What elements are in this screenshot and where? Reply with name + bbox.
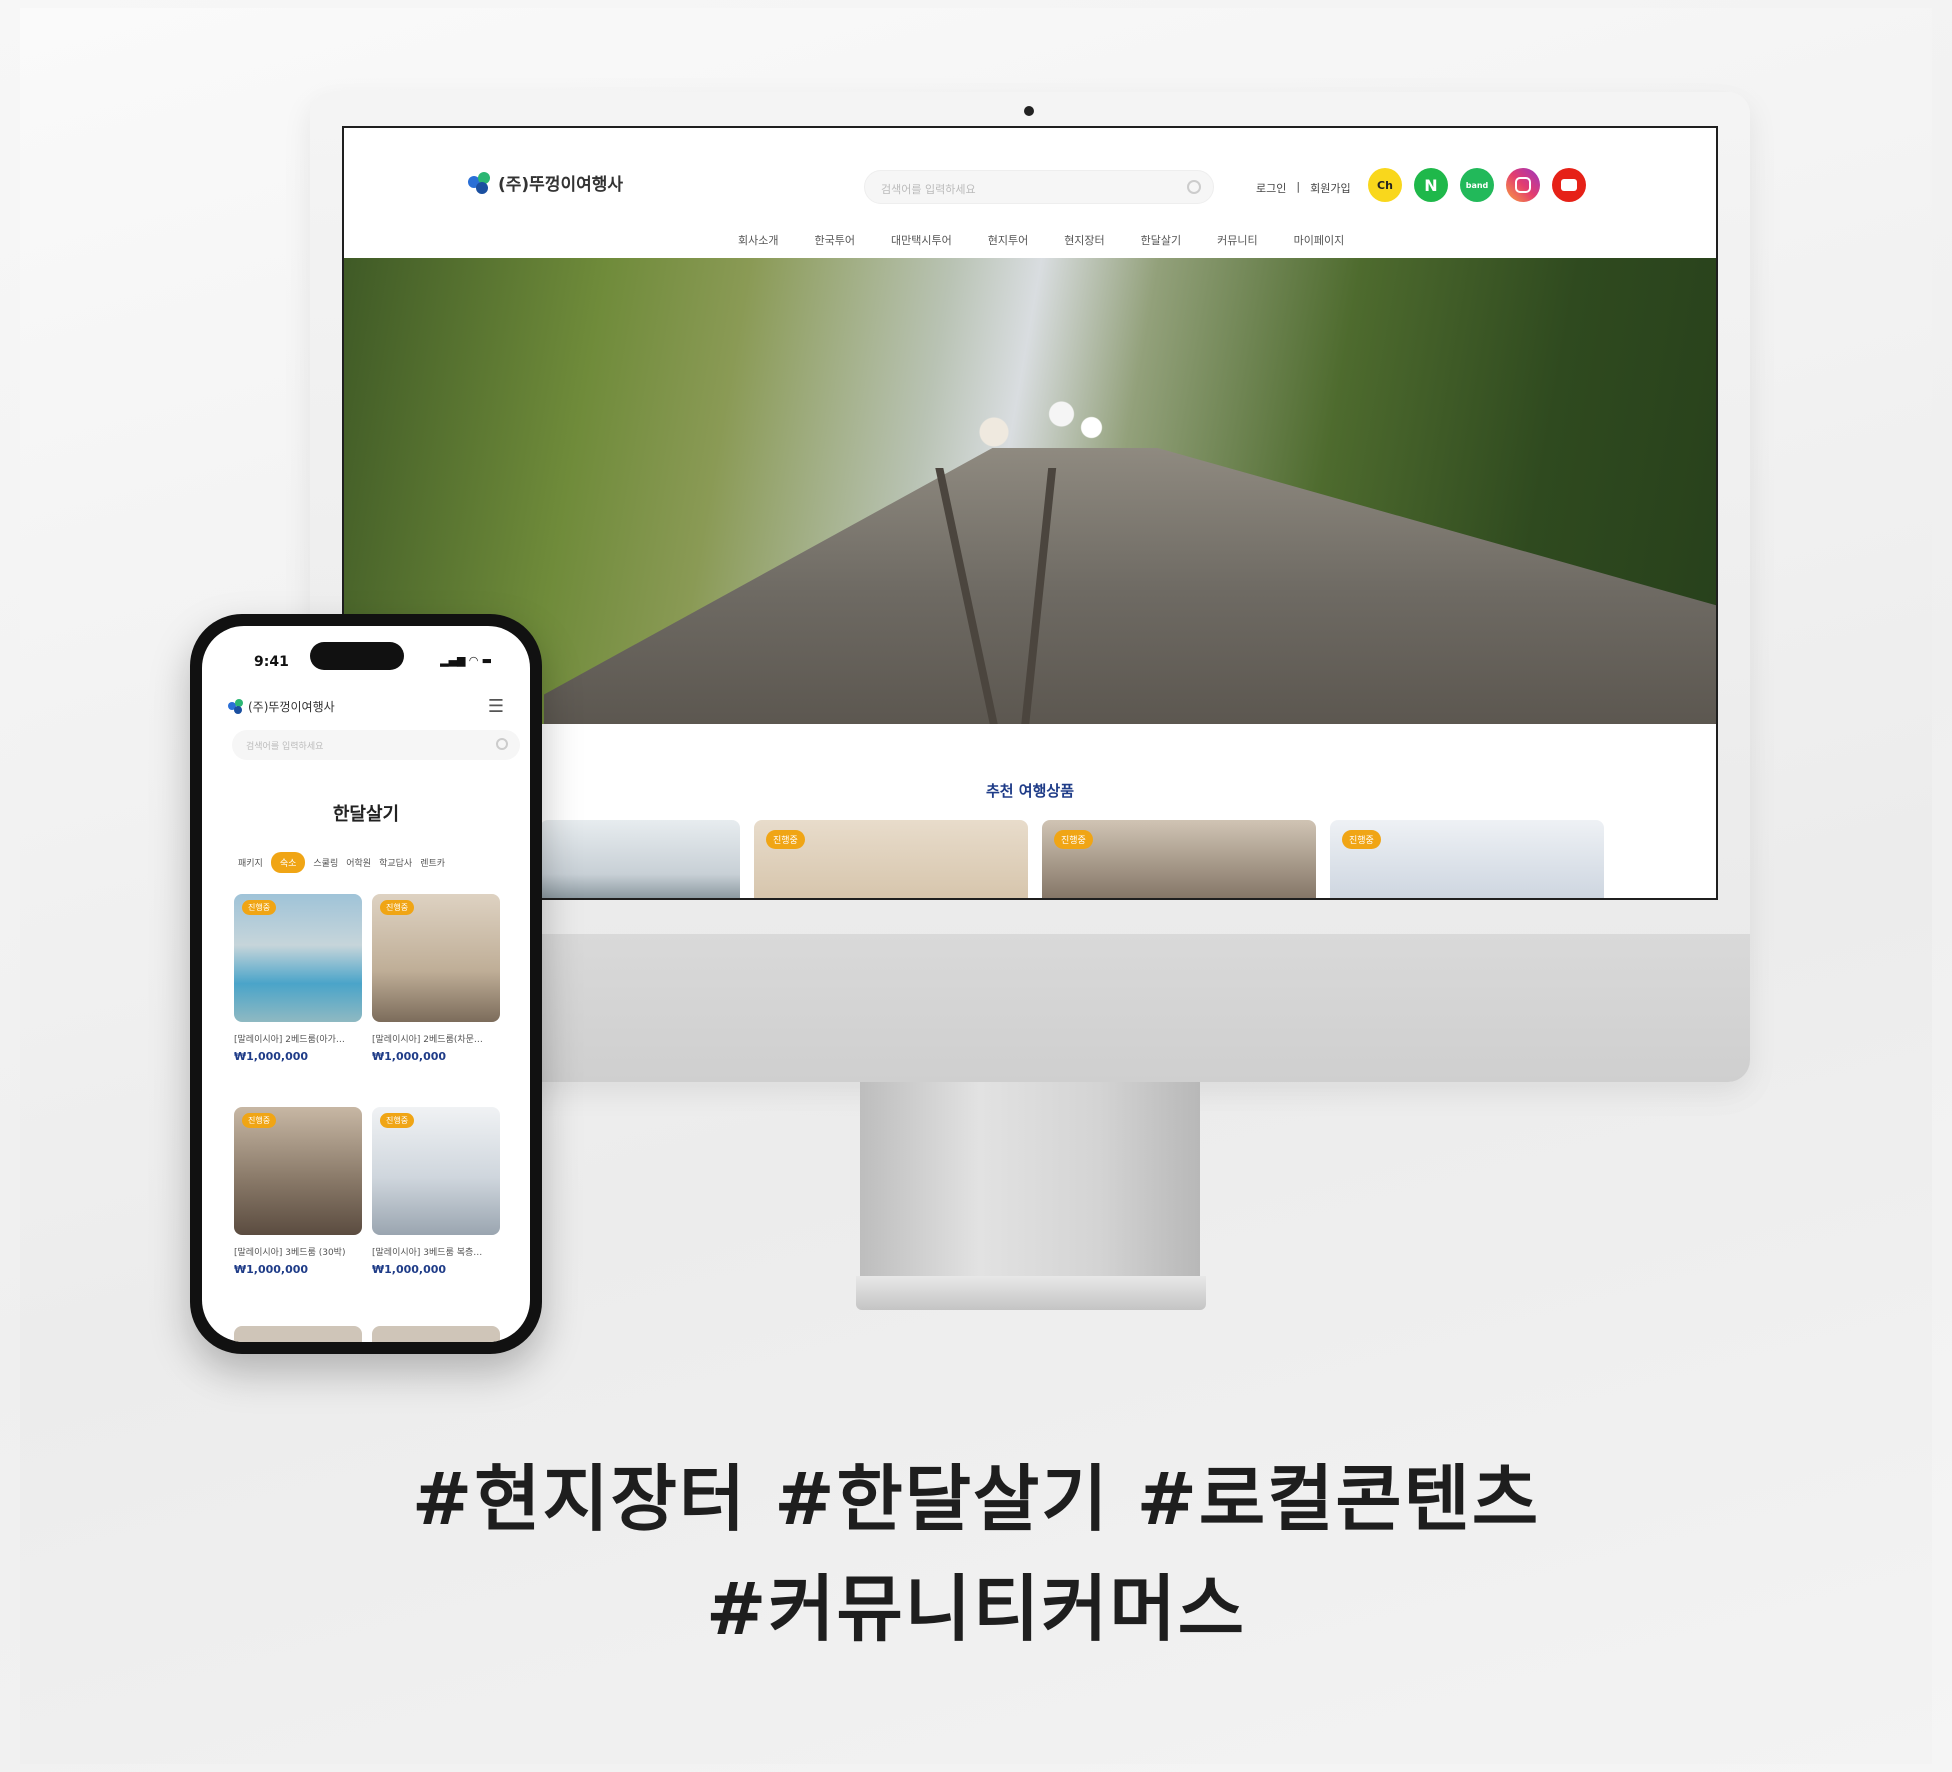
product-grid: 진행중 [말레이시아] 2베드룸(아가… ₩1,000,000 진행중 [말레이…: [234, 894, 500, 1276]
site-logo[interactable]: (주)뚜껑이여행사: [468, 170, 623, 195]
product-image[interactable]: 진행중: [372, 894, 500, 1022]
hero-people: [964, 378, 1114, 468]
logo-mark-icon: [228, 698, 244, 715]
list-item[interactable]: 진행중 [말레이시아] 3베드룸 복층… ₩1,000,000: [372, 1107, 500, 1276]
imac-stand: [860, 1082, 1200, 1282]
product-card[interactable]: 진행중: [1330, 820, 1604, 898]
product-name[interactable]: [말레이시아] 3베드룸 (30박): [234, 1245, 362, 1258]
product-card[interactable]: [540, 820, 740, 898]
main-nav: 회사소개 한국투어 대만택시투어 현지투어 현지장터 한달살기 커뮤니티 마이페…: [738, 232, 1344, 248]
product-price: ₩1,000,000: [234, 1263, 309, 1276]
youtube-play: [1561, 179, 1577, 191]
product-image[interactable]: 진행중: [234, 1107, 362, 1235]
camera-icon: [1024, 106, 1034, 116]
search-icon[interactable]: [1187, 180, 1201, 194]
status-badge: 진행중: [380, 1113, 415, 1128]
login-link[interactable]: 로그인: [1256, 180, 1286, 196]
tagline-line-1: #현지장터 #한달살기 #로컬콘텐츠: [411, 1457, 1541, 1541]
status-badge: 진행중: [1342, 830, 1381, 849]
status-badge: 진행중: [242, 1113, 277, 1128]
section-title: 추천 여행상품: [985, 782, 1075, 800]
tagline-line-2: #커뮤니티커머스: [705, 1567, 1246, 1651]
kakao-channel-icon[interactable]: Ch: [1368, 168, 1402, 202]
product-name[interactable]: [말레이시아] 2베드룸(차문…: [372, 1032, 500, 1045]
hero-railway-path: [544, 448, 1716, 724]
youtube-icon[interactable]: [1552, 168, 1586, 202]
top-links: 로그인 | 회원가입: [1256, 180, 1351, 196]
tab-rentcar[interactable]: 렌트카: [420, 856, 445, 869]
search-placeholder: 검색어를 입력하세요: [881, 183, 976, 196]
kakao-label: Ch: [1377, 178, 1393, 192]
nav-item-mypage[interactable]: 마이페이지: [1294, 232, 1345, 248]
product-cards: 진행중 진행중 진행중: [540, 820, 1604, 898]
tab-package[interactable]: 패키지: [238, 856, 263, 869]
phone-device: 9:41 ▂▄▆ ◠ ▬ (주)뚜껑이여행사 ☰ 검색어를 입력하세요 한달살기…: [190, 614, 542, 1354]
nav-item-local-market[interactable]: 현지장터: [1064, 232, 1104, 248]
hamburger-menu-icon[interactable]: ☰: [488, 696, 504, 717]
product-name[interactable]: [말레이시아] 2베드룸(아가…: [234, 1032, 362, 1045]
status-icons: ▂▄▆ ◠ ▬: [440, 654, 492, 667]
instagram-icon[interactable]: [1506, 168, 1540, 202]
status-badge: 진행중: [242, 900, 277, 915]
social-links: Ch N band: [1368, 168, 1586, 202]
signup-link[interactable]: 회원가입: [1310, 180, 1350, 196]
product-card[interactable]: 진행중: [754, 820, 1028, 898]
site-header: (주)뚜껑이여행사 검색어를 입력하세요 로그인 | 회원가입 Ch N ban…: [344, 128, 1716, 258]
nav-item-local-tour[interactable]: 현지투어: [988, 232, 1028, 248]
tab-lodging[interactable]: 숙소: [270, 852, 306, 873]
list-item[interactable]: 진행중 [말레이시아] 3베드룸 (30박) ₩1,000,000: [234, 1107, 362, 1276]
status-badge: 진행중: [1054, 830, 1093, 849]
site-logo-text: (주)뚜껑이여행사: [498, 175, 624, 195]
product-name[interactable]: [말레이시아] 3베드룸 복층…: [372, 1245, 500, 1258]
instagram-ring: [1515, 177, 1531, 193]
naver-label: N: [1424, 175, 1438, 195]
logo-mark-icon: [468, 171, 492, 194]
hero-banner-image[interactable]: [344, 258, 1716, 724]
band-label: band: [1465, 180, 1489, 190]
nav-item-taiwan-taxi[interactable]: 대만택시투어: [891, 232, 952, 248]
list-item[interactable]: 진행중 [말레이시아] 2베드룸(차문… ₩1,000,000: [372, 894, 500, 1063]
page-title: 한달살기: [332, 804, 400, 825]
desktop-screen: (주)뚜껑이여행사 검색어를 입력하세요 로그인 | 회원가입 Ch N ban…: [342, 126, 1718, 900]
mobile-search-placeholder: 검색어를 입력하세요: [246, 742, 324, 752]
search-input[interactable]: 검색어를 입력하세요: [864, 170, 1214, 204]
nav-item-korea-tour[interactable]: 한국투어: [814, 232, 854, 248]
product-image[interactable]: 진행중: [234, 894, 362, 1022]
product-image[interactable]: [234, 1326, 362, 1342]
phone-screen: 9:41 ▂▄▆ ◠ ▬ (주)뚜껑이여행사 ☰ 검색어를 입력하세요 한달살기…: [202, 626, 530, 1342]
band-icon[interactable]: band: [1460, 168, 1494, 202]
status-badge: 진행중: [766, 830, 805, 849]
product-price: ₩1,000,000: [372, 1263, 447, 1276]
list-item[interactable]: 진행중 [말레이시아] 2베드룸(아가… ₩1,000,000: [234, 894, 362, 1063]
tab-school-visit[interactable]: 학교답사: [379, 856, 412, 869]
product-price: ₩1,000,000: [234, 1050, 309, 1063]
product-image[interactable]: [372, 1326, 500, 1342]
imac-stand-base: [856, 1276, 1206, 1310]
top-links-divider: |: [1296, 180, 1301, 193]
status-badge: 진행중: [380, 900, 415, 915]
mobile-search-input[interactable]: 검색어를 입력하세요: [232, 730, 520, 760]
search-icon[interactable]: [496, 738, 508, 750]
mobile-logo[interactable]: (주)뚜껑이여행사: [228, 698, 335, 715]
product-image[interactable]: 진행중: [372, 1107, 500, 1235]
tab-schooling[interactable]: 스쿨링: [313, 856, 338, 869]
dynamic-island: [310, 642, 404, 670]
product-card[interactable]: 진행중: [1042, 820, 1316, 898]
product-price: ₩1,000,000: [372, 1050, 447, 1063]
next-row-peek: [234, 1326, 500, 1342]
category-tabs: 패키지 숙소 스쿨링 어학원 학교답사 렌트카: [238, 852, 445, 873]
status-time: 9:41: [254, 654, 289, 670]
naver-icon[interactable]: N: [1414, 168, 1448, 202]
mobile-logo-text: (주)뚜껑이여행사: [248, 700, 335, 714]
nav-item-about[interactable]: 회사소개: [738, 232, 778, 248]
nav-item-community[interactable]: 커뮤니티: [1217, 232, 1257, 248]
tab-language-school[interactable]: 어학원: [346, 856, 371, 869]
nav-item-month-stay[interactable]: 한달살기: [1141, 232, 1181, 248]
